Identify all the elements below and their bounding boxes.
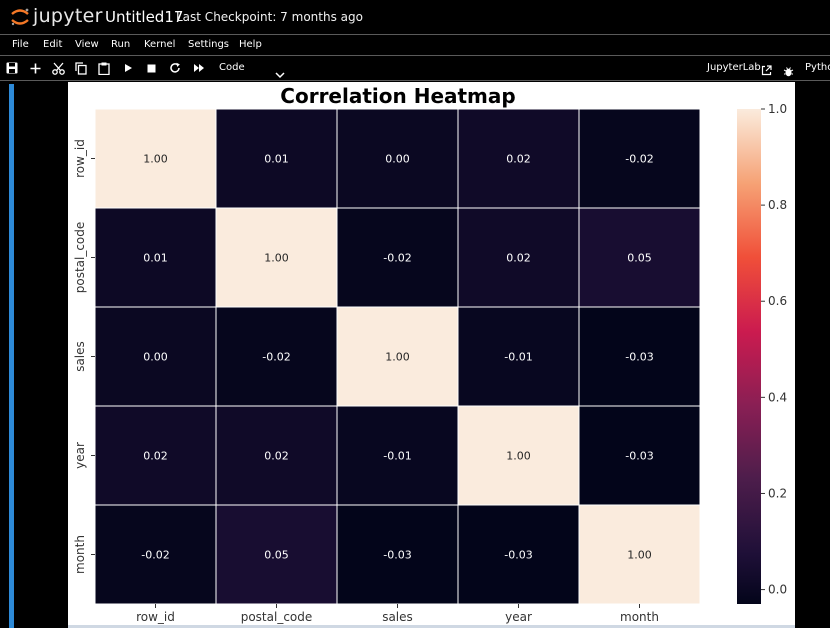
divider [0, 80, 830, 81]
cell-annotation: 1.00 [385, 351, 410, 364]
cell-annotation: 1.00 [627, 549, 652, 562]
cell-output: Correlation Heatmap 1.00 0.01 0.00 0.02 -0.0… [68, 82, 795, 628]
external-link-icon[interactable] [761, 61, 772, 80]
cell-annotation: 0.05 [264, 549, 289, 562]
restart-icon[interactable] [168, 60, 182, 76]
y-tick-label: postal_code [73, 222, 87, 294]
copy-icon[interactable] [74, 60, 88, 76]
divider [0, 55, 830, 56]
cell-annotation: 0.00 [385, 153, 410, 166]
top-bar: jupyter Untitled17 Last Checkpoint: 7 mo… [0, 0, 830, 34]
cell-annotation: -0.03 [383, 549, 411, 562]
correlation-heatmap-chart: Correlation Heatmap 1.00 0.01 0.00 0.02 -0.0… [73, 84, 787, 624]
active-cell-indicator[interactable] [9, 84, 14, 628]
menu-file[interactable]: File [12, 39, 29, 50]
x-tick-label: year [505, 610, 532, 624]
cell-annotation: -0.02 [625, 153, 653, 166]
cell-annotation: -0.02 [141, 549, 169, 562]
cell-annotation: -0.02 [383, 252, 411, 265]
cut-icon[interactable] [51, 60, 65, 76]
cell-annotation: -0.02 [262, 351, 290, 364]
cell-annotation: 1.00 [264, 252, 289, 265]
x-tick-label: row_id [136, 610, 175, 624]
cell-annotation: -0.03 [504, 549, 532, 562]
colorbar-tick-label: 0.0 [768, 583, 787, 597]
cell-annotation: 0.02 [264, 450, 289, 463]
debugger-bug-icon[interactable] [783, 62, 794, 81]
menu-view[interactable]: View [75, 39, 99, 50]
y-tick-label: sales [73, 341, 87, 372]
cell-annotation: -0.03 [625, 351, 653, 364]
menu-settings[interactable]: Settings [188, 39, 229, 50]
notebook-title[interactable]: Untitled17 [105, 8, 183, 26]
menu-kernel[interactable]: Kernel [144, 39, 175, 50]
cell-type-select[interactable]: Code [219, 62, 245, 73]
x-tick-label: postal_code [241, 610, 313, 624]
y-tick-label: year [73, 442, 87, 469]
cell-annotation: 1.00 [143, 153, 168, 166]
cell-annotation: 0.02 [506, 153, 531, 166]
cell-annotation: 0.02 [143, 450, 168, 463]
run-icon[interactable] [121, 60, 135, 76]
last-checkpoint-text: Last Checkpoint: 7 months ago [176, 10, 363, 24]
stop-icon[interactable] [144, 60, 158, 76]
colorbar-tick-label: 0.2 [768, 486, 787, 500]
colorbar-tick-label: 1.0 [768, 102, 787, 116]
menu-edit[interactable]: Edit [43, 39, 62, 50]
cell-annotation: -0.03 [625, 450, 653, 463]
y-tick-label: row_id [73, 139, 87, 178]
save-icon[interactable] [5, 60, 19, 76]
colorbar [737, 109, 761, 604]
notebook-toolbar [0, 57, 830, 79]
chart-title: Correlation Heatmap [280, 84, 515, 108]
colorbar-tick-label: 0.6 [768, 294, 787, 308]
y-tick-label: month [73, 535, 87, 574]
cell-annotation: -0.01 [504, 351, 532, 364]
add-icon[interactable] [28, 60, 42, 76]
x-tick-label: sales [382, 610, 413, 624]
logo-text: jupyter [33, 5, 103, 27]
paste-icon[interactable] [97, 60, 111, 76]
menu-help[interactable]: Help [239, 39, 262, 50]
cell-annotation: 0.01 [264, 153, 289, 166]
colorbar-tick-label: 0.4 [768, 390, 787, 404]
cell-annotation: -0.01 [383, 450, 411, 463]
kernel-name[interactable]: Pytho [805, 62, 830, 73]
menu-bar: File Edit View Run Kernel Settings Help [0, 35, 830, 55]
x-tick-label: month [620, 610, 659, 624]
jupyterlab-link[interactable]: JupyterLab [707, 62, 761, 73]
cell-annotation: 1.00 [506, 450, 531, 463]
menu-run[interactable]: Run [111, 39, 130, 50]
cell-annotation: 0.05 [627, 252, 652, 265]
cell-annotation: 0.01 [143, 252, 168, 265]
fast-forward-icon[interactable] [192, 60, 206, 76]
cell-annotation: 0.00 [143, 351, 168, 364]
colorbar-tick-label: 0.8 [768, 198, 787, 212]
jupyter-logo-icon[interactable] [9, 6, 31, 28]
cell-annotation: 0.02 [506, 252, 531, 265]
